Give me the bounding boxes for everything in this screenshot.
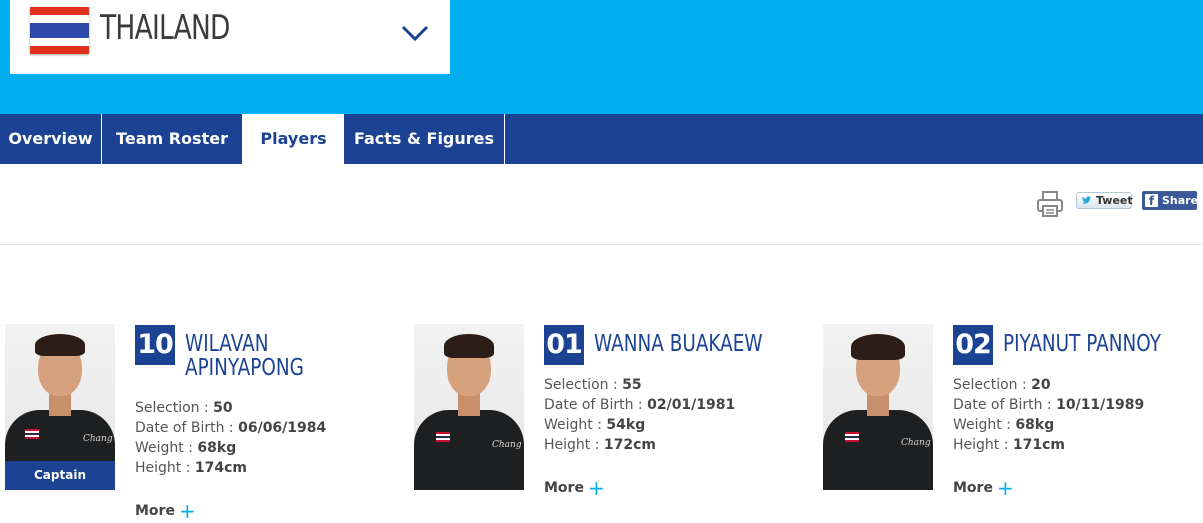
player-card: Chang 02 PIYANUT PANNOY Selection : 20 D… (823, 324, 1203, 514)
player-photo[interactable]: Chang (823, 324, 933, 490)
dob-value: 02/01/1981 (647, 397, 736, 413)
twitter-bird-icon (1081, 196, 1092, 204)
team-name: THAILAND (100, 8, 230, 48)
weight-label: Weight : (953, 417, 1011, 433)
height-label: Height : (135, 460, 191, 476)
player-name-line: WANNA BUAKAEW (594, 331, 763, 357)
dob-label: Date of Birth : (544, 397, 643, 413)
weight-label: Weight : (544, 417, 602, 433)
height-value: 171cm (1012, 437, 1066, 453)
team-selector[interactable]: THAILAND (10, 0, 450, 74)
height-label: Height : (544, 437, 600, 453)
thailand-flag-icon (30, 7, 89, 54)
jersey-number: 02 (953, 325, 993, 365)
player-card: Chang Captain 10 WILAVAN APINYAPONG Sele… (5, 324, 405, 523)
player-name-line: WILAVAN (185, 331, 269, 357)
tab-label: Facts & Figures (353, 129, 495, 148)
tweet-button[interactable]: Tweet (1076, 192, 1133, 209)
selection-label: Selection : (135, 400, 209, 416)
dob-label: Date of Birth : (135, 420, 234, 436)
dob-value: 10/11/1989 (1056, 397, 1145, 413)
weight-value: 68kg (197, 440, 237, 456)
player-name[interactable]: WILAVAN APINYAPONG (185, 332, 345, 380)
more-link[interactable]: More + (544, 473, 605, 500)
captain-badge: Captain (5, 461, 115, 490)
tab-label: Overview (8, 129, 93, 148)
player-name[interactable]: WANNA BUAKAEW (594, 331, 763, 357)
player-photo[interactable]: Chang (414, 324, 524, 490)
header-banner: THAILAND (0, 0, 1203, 114)
tab-facts-figures[interactable]: Facts & Figures (344, 114, 505, 164)
plus-icon: + (587, 476, 605, 500)
tab-overview[interactable]: Overview (0, 114, 102, 164)
jersey-number: 10 (135, 325, 175, 365)
tab-label: Team Roster (116, 129, 228, 148)
plus-icon: + (178, 499, 196, 523)
divider (0, 244, 1203, 245)
more-link[interactable]: More + (135, 496, 196, 523)
weight-value: 54kg (606, 417, 646, 433)
player-info: Selection : 55 Date of Birth : 02/01/198… (544, 375, 735, 455)
dob-label: Date of Birth : (953, 397, 1052, 413)
selection-value: 50 (213, 400, 233, 416)
height-label: Height : (953, 437, 1009, 453)
tab-label: Players (260, 129, 327, 148)
height-value: 174cm (194, 460, 248, 476)
section-nav: Overview Team Roster Players Facts & Fig… (0, 114, 1203, 164)
player-name[interactable]: PIYANUT PANNOY (1003, 332, 1163, 356)
selection-label: Selection : (953, 377, 1027, 393)
tab-team-roster[interactable]: Team Roster (102, 114, 243, 164)
more-label: More (953, 480, 993, 496)
player-card: Chang 01 WANNA BUAKAEW Selection : 55 Da… (414, 324, 814, 514)
weight-value: 68kg (1015, 417, 1055, 433)
player-info: Selection : 50 Date of Birth : 06/06/198… (135, 398, 326, 478)
more-label: More (135, 503, 175, 519)
dob-value: 06/06/1984 (238, 420, 327, 436)
plus-icon: + (996, 476, 1014, 500)
print-icon[interactable] (1035, 189, 1065, 219)
more-link[interactable]: More + (953, 473, 1014, 500)
player-info: Selection : 20 Date of Birth : 10/11/198… (953, 375, 1144, 455)
player-photo[interactable]: Chang Captain (5, 324, 115, 490)
height-value: 172cm (603, 437, 657, 453)
player-name-line: APINYAPONG (185, 355, 304, 381)
jersey-number: 01 (544, 325, 584, 365)
selection-value: 20 (1031, 377, 1051, 393)
tab-players[interactable]: Players (243, 114, 344, 164)
facebook-icon: f (1145, 194, 1158, 208)
share-label: Share (1162, 194, 1199, 207)
selection-label: Selection : (544, 377, 618, 393)
facebook-share-button[interactable]: f Share (1142, 191, 1199, 210)
player-name-line: PIYANUT PANNOY (1003, 331, 1161, 357)
selection-value: 55 (622, 377, 642, 393)
chevron-down-icon[interactable] (400, 18, 430, 48)
weight-label: Weight : (135, 440, 193, 456)
more-label: More (544, 480, 584, 496)
tweet-label: Tweet (1096, 194, 1133, 207)
